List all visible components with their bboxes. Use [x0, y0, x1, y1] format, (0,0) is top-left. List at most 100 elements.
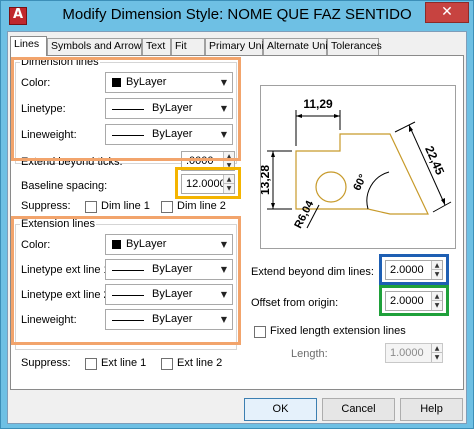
spin-up-icon: ▲: [432, 344, 442, 353]
spin-down-icon[interactable]: ▼: [224, 161, 234, 170]
arrowhead: [271, 151, 275, 157]
spin-down-icon[interactable]: ▼: [432, 270, 442, 279]
fixed-length-label: Fixed length extension lines: [270, 325, 406, 337]
ext-color-label: Color:: [21, 239, 51, 251]
dim-text-angle: 60°: [351, 173, 369, 193]
offset-origin-label: Offset from origin:: [251, 297, 339, 309]
dim-text-left: 13,28: [261, 165, 272, 195]
arrowhead: [334, 114, 340, 118]
dim-lineweight-value: ByLayer: [152, 128, 193, 140]
chevron-down-icon: ▼: [220, 315, 228, 324]
dim-lineweight-label: Lineweight:: [21, 129, 77, 141]
dimension-style-preview: 11,29 13,28 22,45 R6,04 60°: [258, 85, 456, 249]
extend-ticks-value: .0000: [186, 155, 214, 167]
preview-dimensions: [267, 110, 452, 229]
ext-lineweight-dropdown[interactable]: ByLayer ▼: [105, 309, 233, 330]
dim-lineweight-dropdown[interactable]: ByLayer ▼: [105, 124, 233, 145]
help-button[interactable]: Help: [400, 398, 463, 421]
part-hole: [315, 171, 347, 203]
ext-line-2-checkbox[interactable]: [161, 358, 173, 370]
spinner-buttons: ▲ ▼: [223, 152, 234, 170]
part-outline: [295, 133, 429, 215]
dim-line-1-label: Dim line 1: [101, 200, 150, 212]
dim-linetype-dropdown[interactable]: ByLayer ▼: [105, 98, 233, 119]
extend-ticks-label: Extend beyond ticks:: [21, 156, 123, 168]
dim-color-dropdown[interactable]: ByLayer ▼: [105, 72, 233, 93]
length-spinner[interactable]: 1.0000 ▲ ▼: [385, 343, 443, 363]
spinner-buttons: ▲ ▼: [223, 175, 234, 193]
ext-color-value: ByLayer: [126, 238, 167, 250]
linetype-sample: [112, 295, 144, 296]
spin-down-icon[interactable]: ▼: [224, 184, 234, 193]
extend-ticks-spinner[interactable]: .0000 ▲ ▼: [181, 151, 235, 171]
ext-linetype-2-dropdown[interactable]: ByLayer ▼: [105, 284, 233, 305]
ext-suppress-label: Suppress:: [21, 357, 71, 369]
ext-color-dropdown[interactable]: ByLayer ▼: [105, 234, 233, 255]
spin-up-icon[interactable]: ▲: [432, 261, 442, 270]
color-swatch: [112, 240, 121, 249]
linetype-sample: [112, 109, 144, 110]
extend-beyond-dim-spinner[interactable]: 2.0000 ▲ ▼: [385, 260, 443, 280]
preview-drawing: 11,29 13,28 22,45 R6,04 60°: [258, 97, 452, 230]
ok-button[interactable]: OK: [244, 398, 317, 421]
title-bar[interactable]: A Modify Dimension Style: NOME QUE FAZ S…: [1, 1, 473, 31]
chevron-down-icon: ▼: [220, 104, 228, 113]
ext-line-right-bottom: [432, 201, 452, 213]
ext-linetype-2-label: Linetype ext line 2:: [21, 289, 113, 301]
extension-lines-title: Extension lines: [20, 218, 96, 230]
spin-up-icon[interactable]: ▲: [224, 152, 234, 161]
dialog-client-area: Lines Symbols and Arrows Text Fit Primar…: [7, 31, 467, 424]
spinner-buttons: ▲ ▼: [431, 292, 442, 310]
offset-origin-spinner[interactable]: 2.0000 ▲ ▼: [385, 291, 443, 311]
tab-fit[interactable]: Fit: [171, 38, 205, 55]
tab-alternate-units[interactable]: Alternate Units: [263, 38, 336, 55]
lineweight-sample: [112, 320, 144, 321]
arrowhead: [271, 203, 275, 209]
baseline-spacing-label: Baseline spacing:: [21, 180, 108, 192]
dim-color-value: ByLayer: [126, 76, 167, 88]
linetype-sample: [112, 270, 144, 271]
preview-geometry: [295, 133, 429, 215]
spin-down-icon[interactable]: ▼: [432, 301, 442, 310]
close-button[interactable]: ✕: [425, 2, 469, 23]
dimension-lines-title: Dimension lines: [20, 56, 100, 68]
dim-linetype-value: ByLayer: [152, 102, 193, 114]
window-title: Modify Dimension Style: NOME QUE FAZ SEN…: [62, 6, 412, 23]
dim-line-2-checkbox[interactable]: [161, 201, 173, 213]
dim-line-1-checkbox[interactable]: [85, 201, 97, 213]
dim-arc-angle: [366, 171, 390, 210]
spin-down-icon: ▼: [432, 353, 442, 362]
spinner-buttons: ▲ ▼: [431, 261, 442, 279]
tab-symbols-and-arrows[interactable]: Symbols and Arrows: [47, 38, 147, 55]
chevron-down-icon: ▼: [220, 240, 228, 249]
ext-line-1-label: Ext line 1: [101, 357, 147, 369]
offset-origin-value: 2.0000: [390, 295, 424, 307]
spinner-buttons: ▲ ▼: [431, 344, 442, 362]
length-label: Length:: [291, 348, 328, 360]
arrowhead: [296, 114, 302, 118]
ext-line-2-label: Ext line 2: [177, 357, 223, 369]
tab-primary-units[interactable]: Primary Units: [205, 38, 272, 55]
spin-up-icon[interactable]: ▲: [224, 175, 234, 184]
ext-linetype-1-dropdown[interactable]: ByLayer ▼: [105, 259, 233, 280]
close-icon: ✕: [441, 4, 453, 20]
length-value: 1.0000: [390, 347, 424, 359]
tab-tolerances[interactable]: Tolerances: [327, 38, 382, 55]
ext-line-1-checkbox[interactable]: [85, 358, 97, 370]
chevron-down-icon: ▼: [220, 130, 228, 139]
color-swatch: [112, 78, 121, 87]
chevron-down-icon: ▼: [220, 78, 228, 87]
tab-text[interactable]: Text: [142, 38, 171, 55]
dialog-window: A Modify Dimension Style: NOME QUE FAZ S…: [0, 0, 474, 429]
fixed-length-checkbox[interactable]: [254, 326, 266, 338]
ext-linetype-2-value: ByLayer: [152, 288, 193, 300]
lineweight-sample: [112, 135, 144, 136]
chevron-down-icon: ▼: [220, 265, 228, 274]
dim-linetype-label: Linetype:: [21, 103, 66, 115]
ext-lineweight-label: Lineweight:: [21, 314, 77, 326]
baseline-spacing-spinner[interactable]: 12.0000 ▲ ▼: [181, 174, 235, 194]
tab-lines[interactable]: Lines: [10, 36, 47, 56]
spin-up-icon[interactable]: ▲: [432, 292, 442, 301]
dim-text-right: 22,45: [422, 144, 447, 177]
cancel-button[interactable]: Cancel: [322, 398, 395, 421]
